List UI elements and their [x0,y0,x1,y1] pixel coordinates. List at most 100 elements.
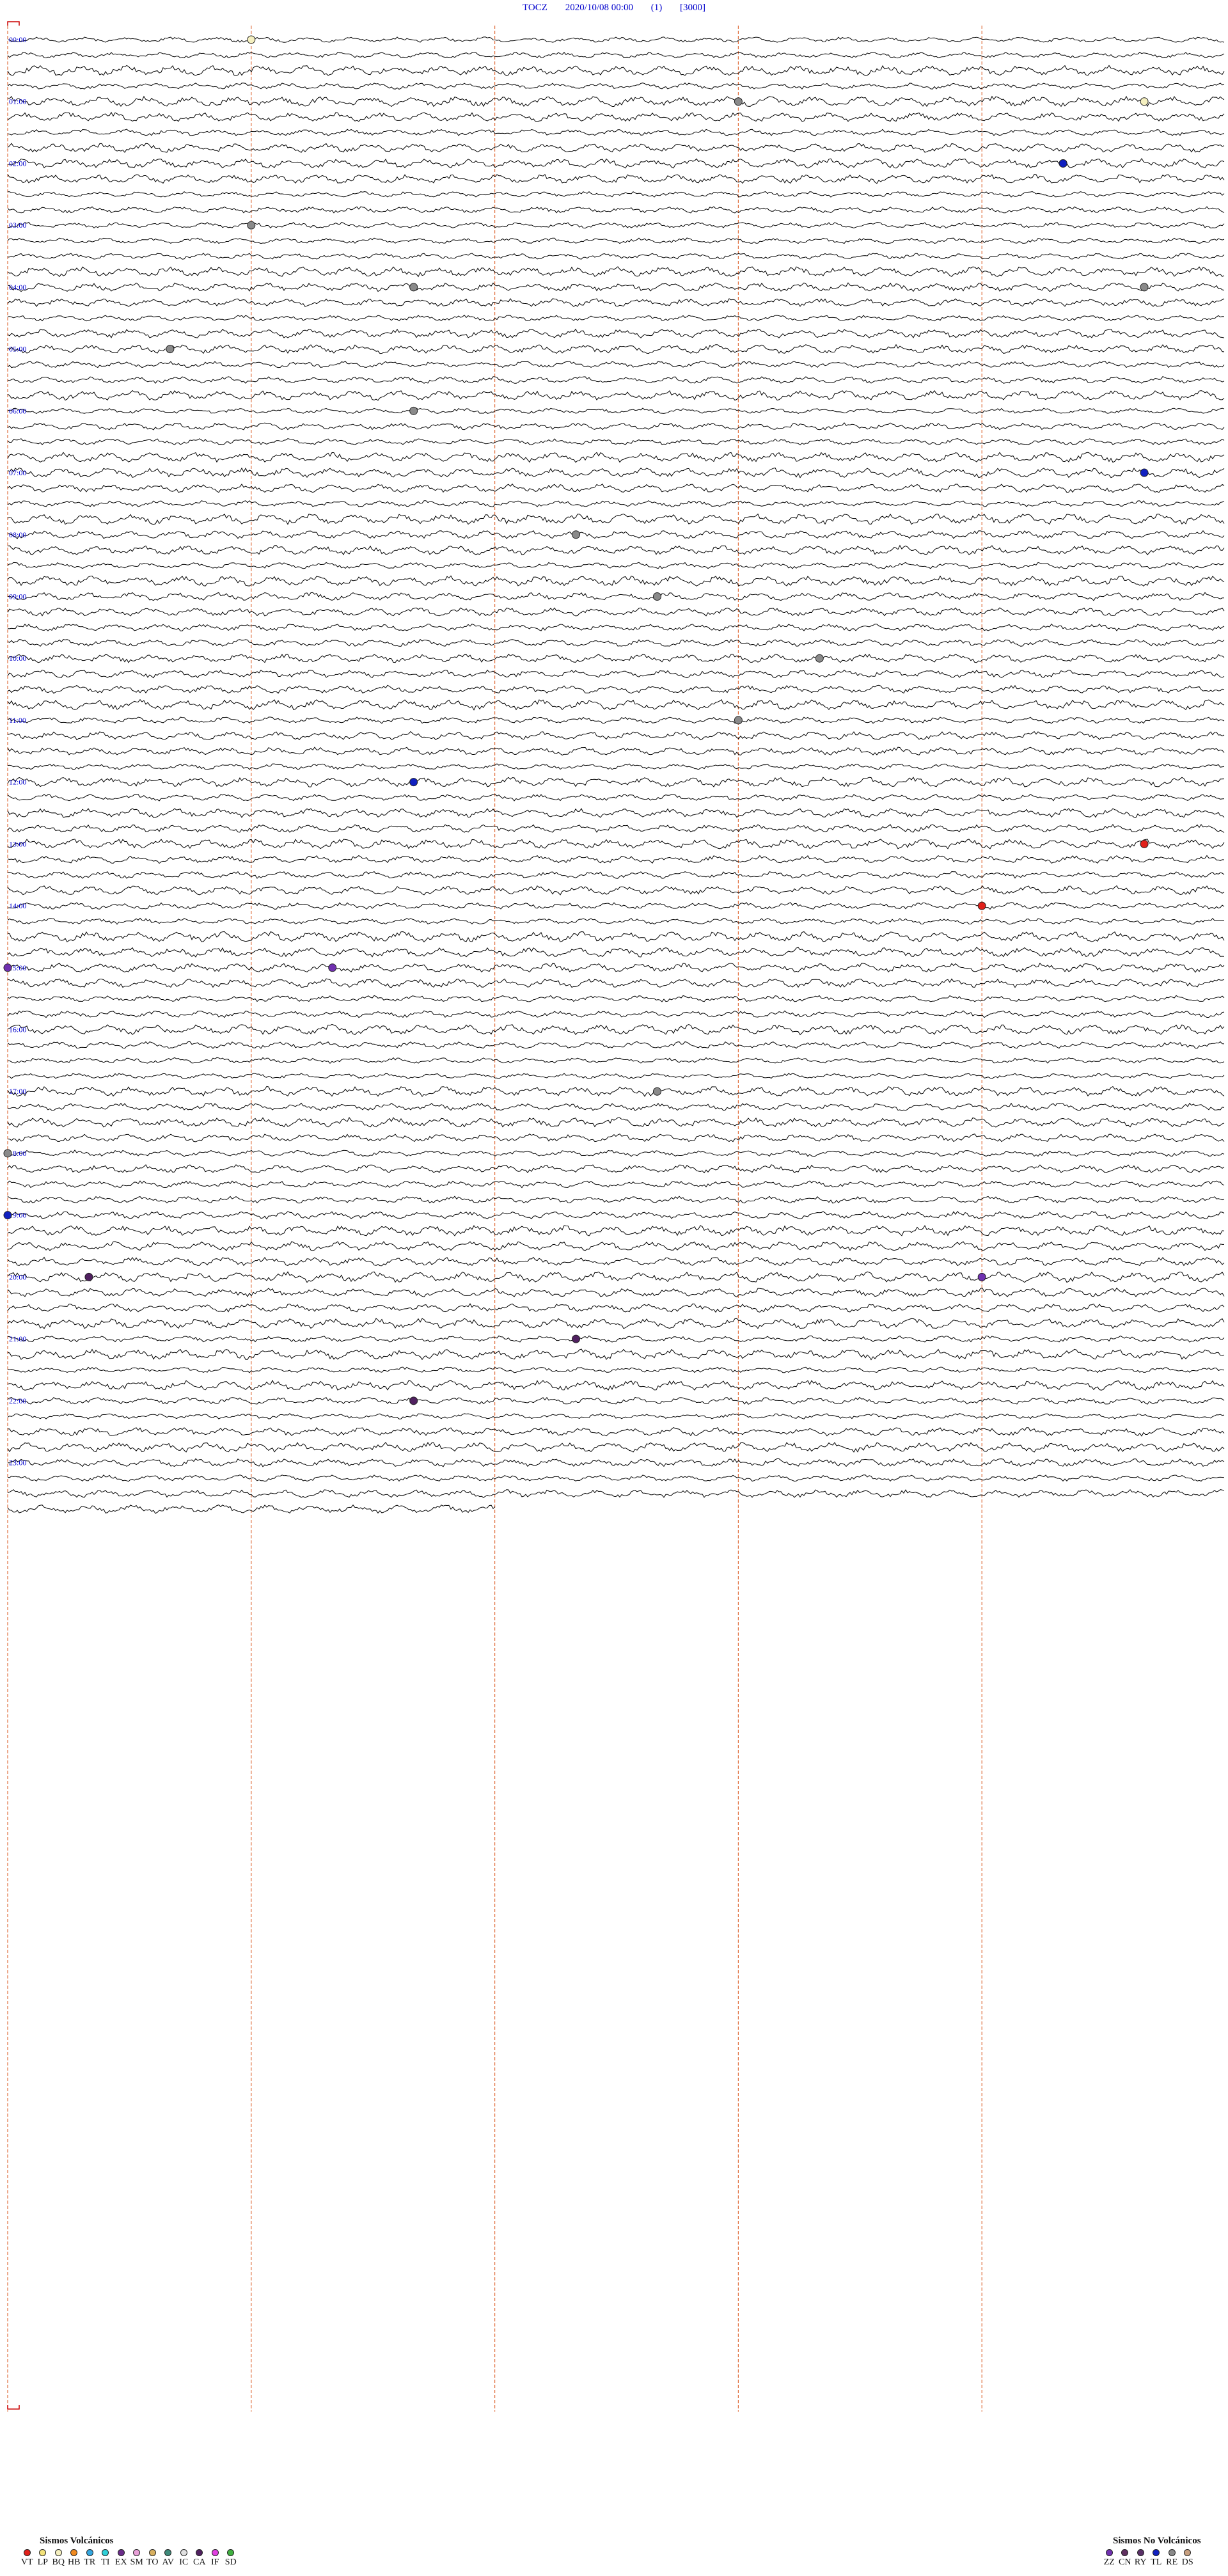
event-marker [1140,839,1149,848]
legend-item-bq: BQ [51,2549,67,2568]
trace-row [7,344,1225,354]
trace-row [7,699,1225,711]
trace-row [7,452,1225,463]
legend-item-vt: VT [19,2549,35,2568]
trace-row [7,931,1225,943]
trace-row [7,1335,1225,1343]
legend-dot [54,2549,62,2556]
legend-dot [227,2549,235,2556]
event-marker [734,716,743,725]
legend-item-zz: ZZ [1101,2549,1117,2568]
legend-dot [1121,2549,1129,2556]
trace-row [7,1057,1225,1064]
legend-item-sm: SM [129,2549,145,2568]
event-marker [652,592,661,601]
legend-code: SD [224,2557,237,2567]
event-marker [3,1149,12,1158]
trace-row [7,361,1225,368]
trace-row [7,95,1225,107]
legend-dot [1105,2549,1113,2556]
trace-row [7,902,1225,910]
hour-label: 08:00 [9,530,26,539]
trace-row [7,839,1225,849]
legend-item-ca: CA [192,2549,208,2568]
trace-row [7,947,1225,958]
trace-row [7,1224,1225,1237]
legend-dot [1137,2549,1144,2556]
trace-row [7,143,1225,154]
trace-row [7,763,1225,770]
trace-row [7,1366,1225,1373]
legend-code: SM [130,2557,143,2567]
trace-row [7,669,1225,679]
legend-code: LP [37,2557,48,2567]
trace-row [7,623,1225,631]
trace-row [7,52,1225,59]
hour-label: 13:00 [9,839,26,848]
hour-label: 11:00 [9,716,26,725]
legend-dot [86,2549,93,2556]
trace-row [7,314,1225,322]
event-marker [409,406,418,415]
trace-row [7,65,1225,76]
trace-row [7,1102,1225,1111]
event-marker [1059,159,1067,168]
trace-row [7,995,1225,1002]
trace-row [7,978,1225,988]
trace-row [7,390,1225,401]
seismic-traces [7,36,1225,1514]
trace-row [7,1117,1225,1128]
event-marker [247,221,256,230]
trace-row [7,1458,1225,1467]
helicorder-plot: 00:00 01:00 02:00 03:00 04:00 05:00 06:00 07:00… [3,21,1225,2412]
hour-label: 10:00 [9,654,26,663]
legend-dot [196,2549,203,2556]
legend-dot [148,2549,156,2556]
legend-code: CA [193,2557,206,2567]
legend-item-cn: CN [1117,2549,1133,2568]
event-marker [3,1211,12,1220]
legend-code: DS [1181,2557,1193,2567]
minute-marker-lines [7,26,982,2412]
legend-item-sd: SD [223,2549,239,2568]
event-marker [977,901,986,910]
event-marker [84,1272,93,1281]
hour-label: 16:00 [9,1025,26,1034]
nonvolcanic-legend: ZZ CN RY TL RE DS [1101,2549,1195,2568]
hour-label: 21:00 [9,1334,26,1343]
legend-dot [102,2549,109,2556]
legend-item-tl: TL [1149,2549,1165,2568]
legend-dot [180,2549,187,2556]
trace-row [7,808,1225,818]
legend-code: TR [84,2557,96,2567]
trace-row [7,562,1225,569]
trace-row [7,917,1225,925]
legend-item-ic: IC [176,2549,192,2568]
volcanic-legend: VT LP BQ HB TR TI EX SM TO AV IC CA IF SD [19,2549,239,2568]
legend-dot [164,2549,172,2556]
legend-item-ds: DS [1180,2549,1196,2568]
legend-dot [70,2549,78,2556]
hour-label: 03:00 [9,221,26,230]
trace-row [7,777,1225,787]
trace-row [7,297,1225,307]
trace-row [7,1164,1225,1174]
event-marker [977,1272,986,1281]
hour-label: 22:00 [9,1396,26,1405]
trace-row [8,191,1225,198]
event-marker [572,1334,581,1343]
legend-code: CN [1119,2557,1131,2567]
trace-row [7,885,1225,896]
legend-dot [1184,2549,1192,2556]
trace-row [7,1211,1225,1220]
event-marker [409,1396,418,1405]
event-marker [166,345,175,354]
legend-item-re: RE [1164,2549,1180,2568]
event-marker [409,283,418,292]
trace-row [7,375,1225,384]
trace-row [7,855,1225,864]
trace-row [7,266,1225,278]
trace-row [7,1379,1225,1391]
trace-row [7,221,1225,229]
trace-row [7,794,1225,802]
